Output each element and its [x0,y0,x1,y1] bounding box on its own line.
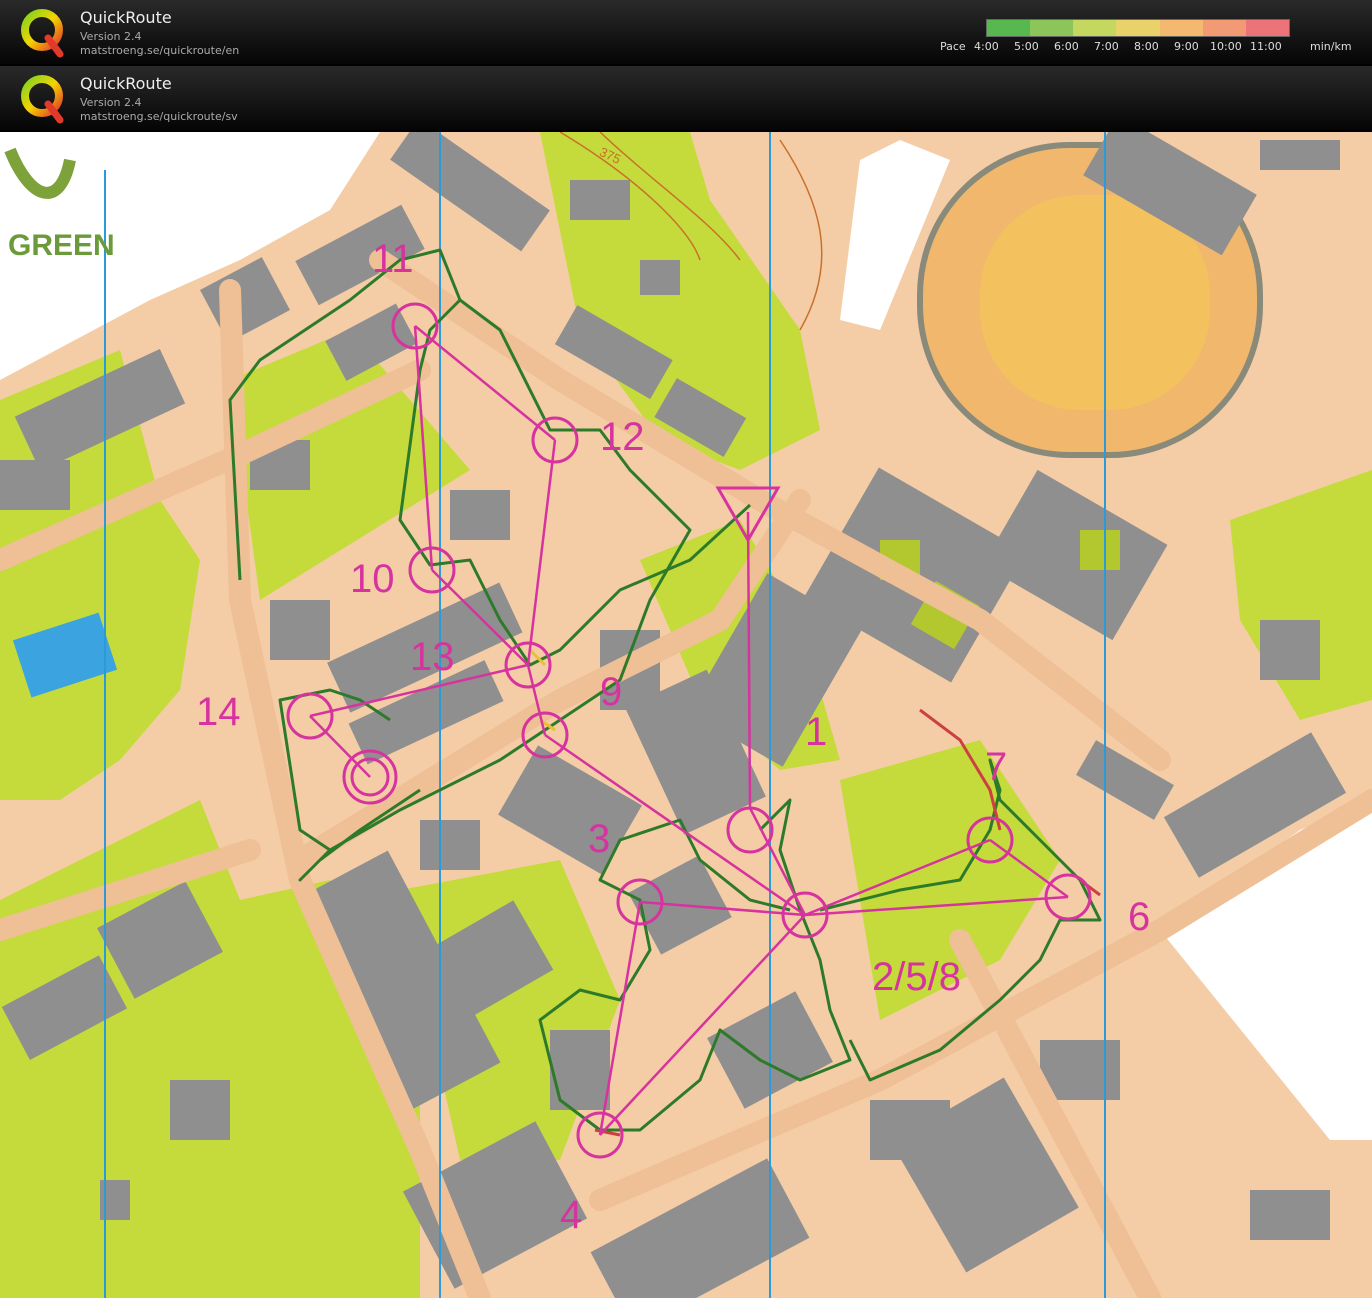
pace-color-segment [1073,20,1117,36]
pace-tick-11: 11:00 [1250,40,1282,53]
app-version: Version 2.4 [80,96,142,109]
pace-color-segment [1159,20,1203,36]
app-title: QuickRoute [80,74,172,93]
pace-tick-6: 6:00 [1054,40,1079,53]
control-number-13: 13 [410,635,455,679]
pace-tick-8: 8:00 [1134,40,1159,53]
app-url: matstroeng.se/quickroute/en [80,44,240,57]
app-url: matstroeng.se/quickroute/sv [80,110,238,123]
pace-color-segment [1245,20,1289,36]
quickroute-logo-icon [21,9,64,58]
pace-tick-5: 5:00 [1014,40,1039,53]
pace-color-scale [986,19,1290,37]
pace-label: Pace [940,40,966,53]
pace-tick-9: 9:00 [1174,40,1199,53]
app-title: QuickRoute [80,8,172,27]
control-number-11: 11 [372,237,414,281]
map-canvas: 375 GREEN 1 2/5/8 3 4 6 7 9 10 11 12 13 … [0,132,1372,1298]
pace-color-segment [1202,20,1246,36]
orienteering-map[interactable]: 375 GREEN 1 2/5/8 3 4 6 7 9 10 11 12 13 … [0,132,1372,1298]
control-number-4: 4 [560,1193,582,1237]
app-version: Version 2.4 [80,30,142,43]
quickroute-header-sv: QuickRoute Version 2.4 matstroeng.se/qui… [0,66,1372,130]
control-number-1: 1 [805,710,827,754]
control-number-6: 6 [1128,895,1150,939]
control-number-12: 12 [600,415,645,459]
pace-unit: min/km [1310,40,1352,53]
corner-text: GREEN [8,229,115,262]
pace-tick-7: 7:00 [1094,40,1119,53]
control-number-14: 14 [196,690,241,734]
pace-color-segment [1030,20,1074,36]
control-number-7: 7 [985,745,1007,789]
control-number-10: 10 [350,557,395,601]
quickroute-logo-icon [21,75,64,124]
pace-color-segment [987,20,1031,36]
pace-color-segment [1116,20,1160,36]
pace-tick-4: 4:00 [974,40,999,53]
control-number-2-5-8: 2/5/8 [872,955,961,999]
quickroute-header-en: QuickRoute Version 2.4 matstroeng.se/qui… [0,0,1372,64]
control-number-3: 3 [588,817,610,861]
pace-tick-10: 10:00 [1210,40,1242,53]
control-number-9: 9 [600,670,622,714]
